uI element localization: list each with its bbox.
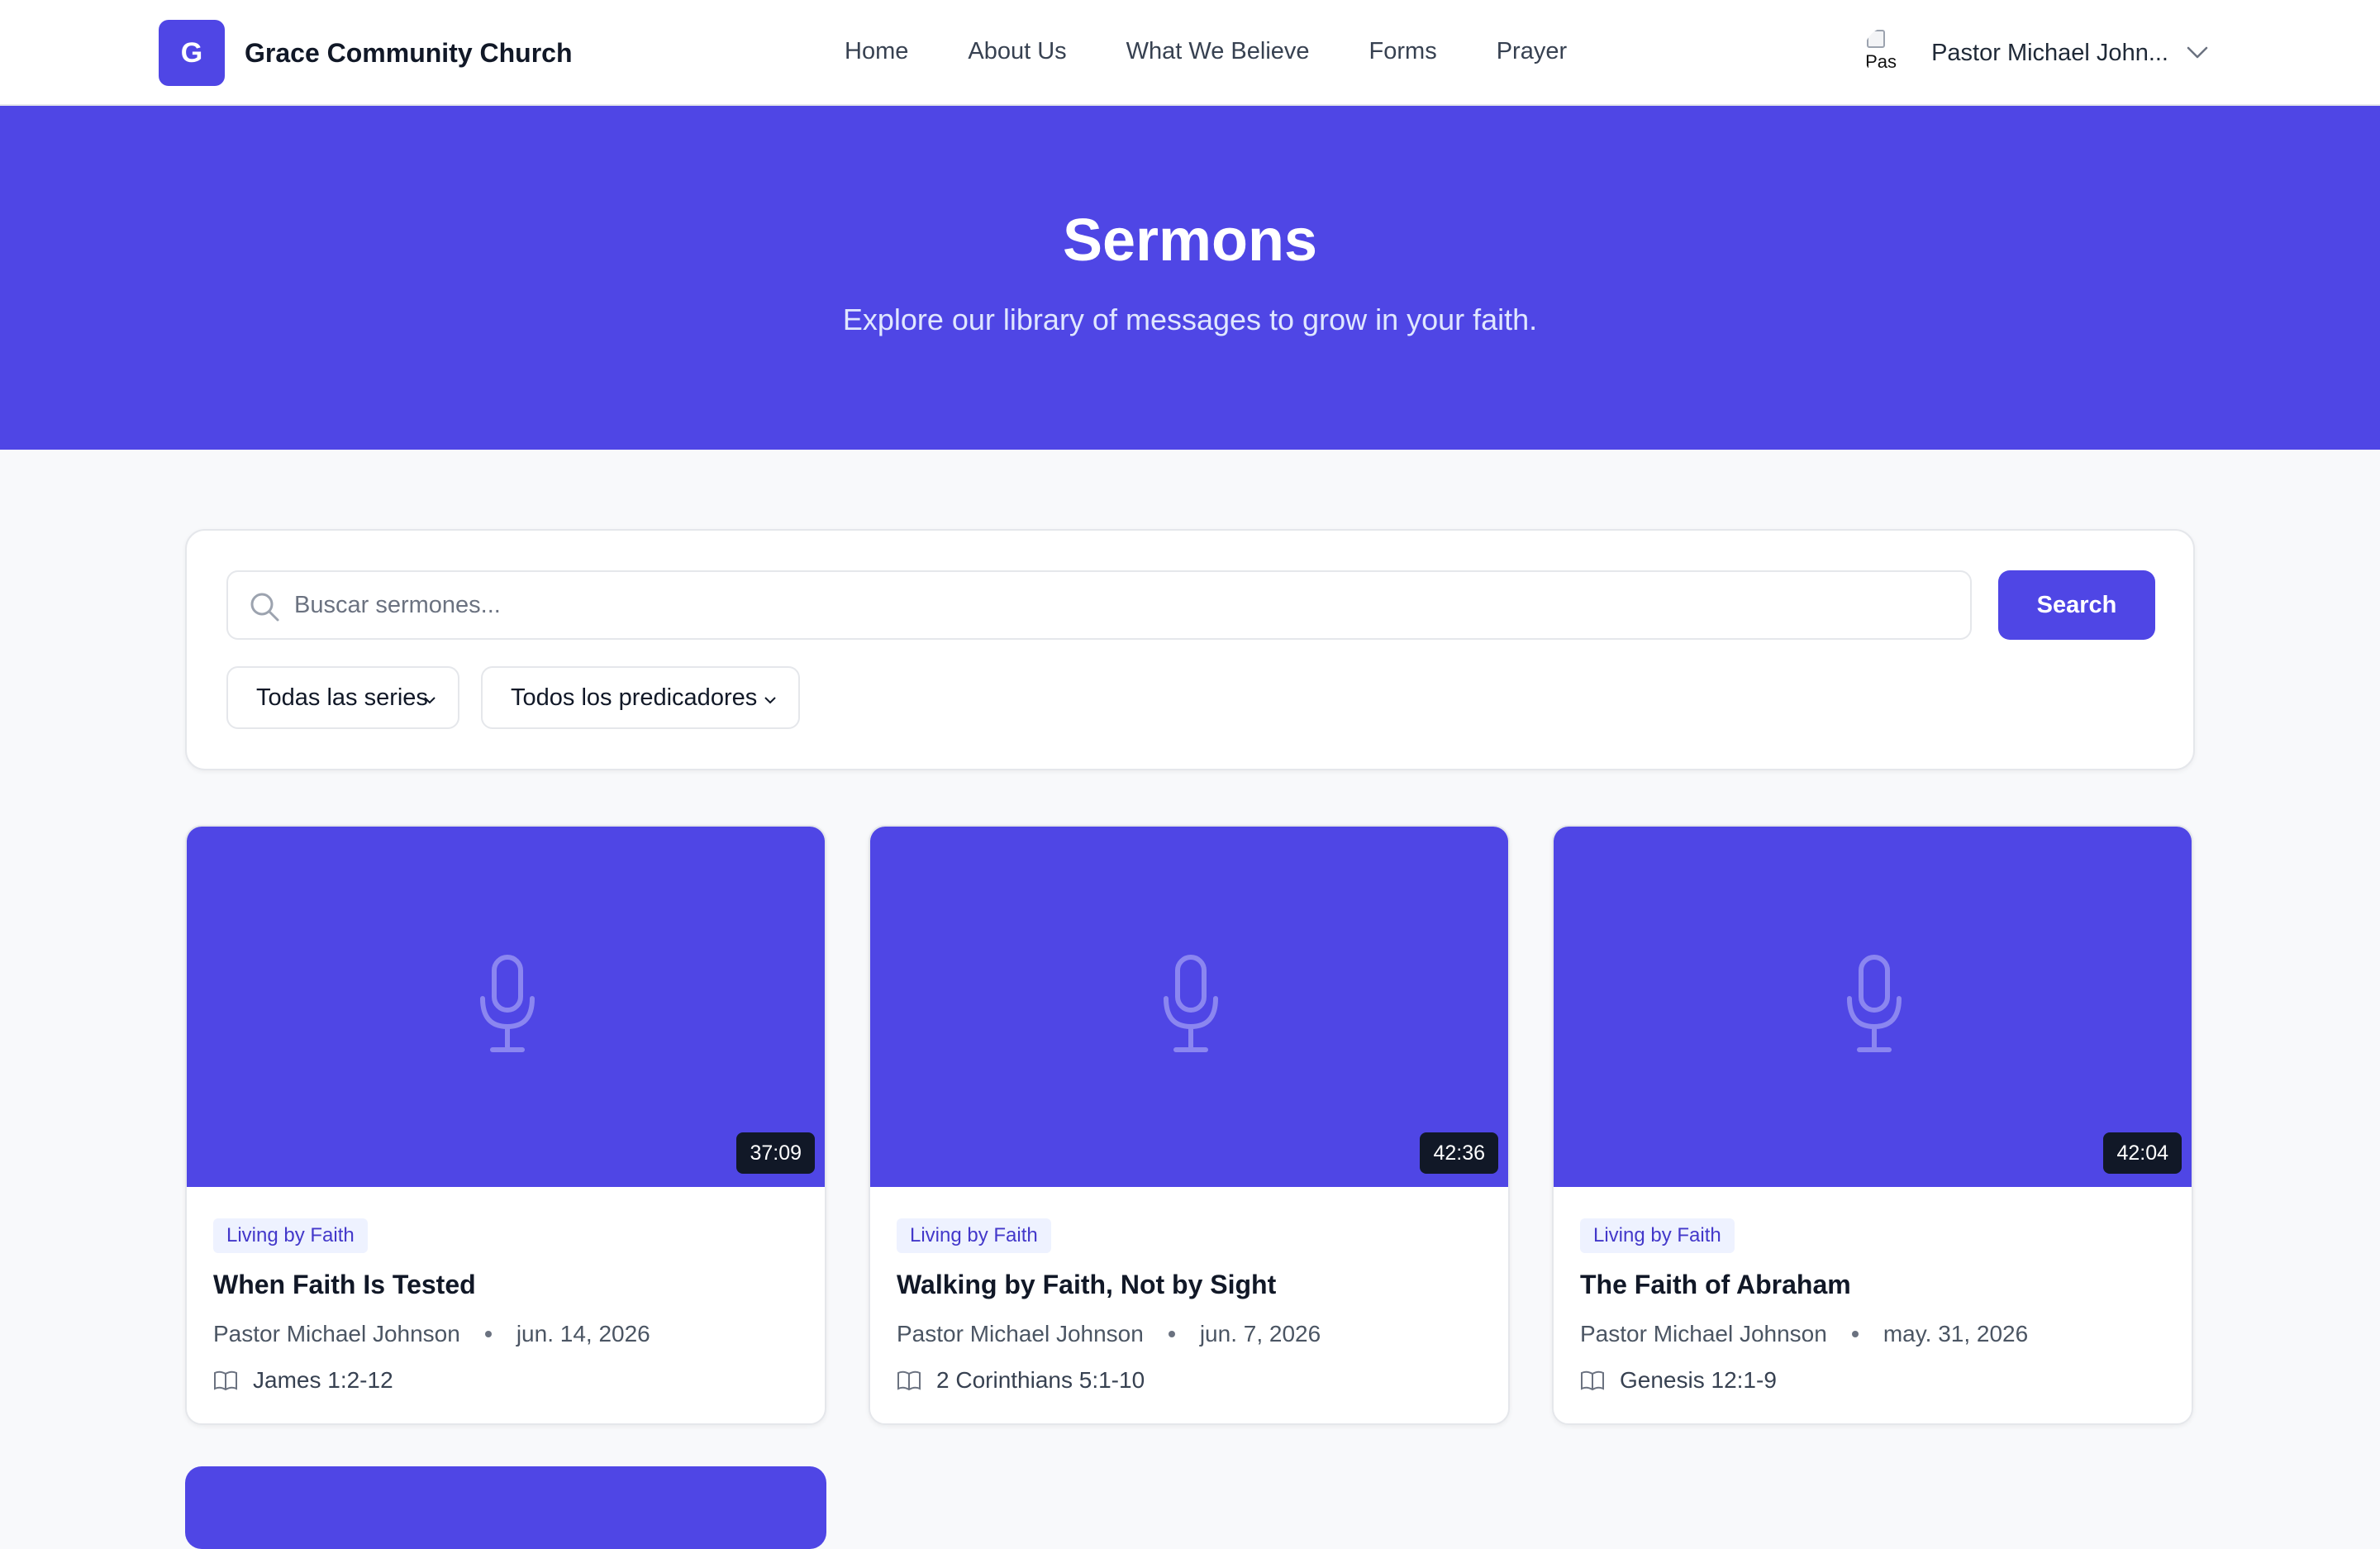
nav-prayer[interactable]: Prayer [1497, 38, 1567, 65]
book-icon [897, 1370, 921, 1391]
sermon-card[interactable]: 37:09 Living by Faith When Faith Is Test… [185, 825, 826, 1425]
sermon-title[interactable]: The Faith of Abraham [1580, 1270, 1851, 1300]
search-icon [250, 593, 279, 622]
preacher-filter-select[interactable]: Todos los predicadores [481, 666, 800, 729]
preacher-name: Pastor Michael Johnson [1580, 1321, 1827, 1346]
nav-forms[interactable]: Forms [1369, 38, 1437, 65]
duration-badge: 42:04 [2103, 1132, 2182, 1174]
sermon-meta: Pastor Michael Johnson jun. 14, 2026 [213, 1321, 650, 1347]
top-nav-bar: G Grace Community Church Home About Us W… [0, 0, 2380, 106]
sermon-card[interactable]: 42:04 Living by Faith The Faith of Abrah… [1552, 825, 2193, 1425]
scripture-reference: James 1:2-12 [213, 1367, 393, 1394]
preacher-filter-value: Todos los predicadores [511, 684, 758, 711]
sermon-thumbnail[interactable]: 42:04 [1554, 827, 2192, 1187]
broken-image-icon [1867, 30, 1886, 48]
microphone-icon [1164, 955, 1218, 1052]
separator-dot [484, 1331, 492, 1337]
search-panel: Search Todas las series Todos los predic… [185, 529, 2195, 770]
nav-home[interactable]: Home [845, 38, 908, 65]
sermon-title[interactable]: When Faith Is Tested [213, 1270, 476, 1300]
preacher-name: Pastor Michael Johnson [213, 1321, 460, 1346]
scripture-text: 2 Corinthians 5:1-10 [936, 1367, 1145, 1393]
sermon-title[interactable]: Walking by Faith, Not by Sight [897, 1270, 1276, 1300]
nav-about-us[interactable]: About Us [968, 38, 1066, 65]
search-button[interactable]: Search [1998, 570, 2155, 640]
sermon-date: may. 31, 2026 [1883, 1321, 2029, 1346]
series-filter-select[interactable]: Todas las series [226, 666, 459, 729]
user-name: Pastor Michael John... [1931, 39, 2168, 66]
scripture-reference: Genesis 12:1-9 [1580, 1367, 1777, 1394]
chevron-down-icon [424, 697, 436, 704]
avatar: Pas [1864, 26, 1916, 79]
page-title: Sermons [1062, 207, 1318, 274]
hero-banner: Sermons Explore our library of messages … [0, 106, 2380, 450]
book-icon [1581, 1370, 1604, 1391]
chevron-down-icon [764, 697, 776, 704]
avatar-alt-text: Pas [1865, 51, 1897, 72]
sermon-thumbnail[interactable]: 42:36 [870, 827, 1508, 1187]
sermon-date: jun. 14, 2026 [516, 1321, 650, 1346]
sermon-card[interactable]: 42:36 Living by Faith Walking by Faith, … [869, 825, 1510, 1425]
user-menu[interactable]: Pas Pastor Michael John... [1864, 25, 2208, 81]
microphone-icon [480, 955, 535, 1052]
series-filter-value: Todas las series [256, 684, 428, 711]
duration-badge: 37:09 [736, 1132, 815, 1174]
church-logo[interactable]: G [159, 20, 225, 86]
duration-badge: 42:36 [1420, 1132, 1498, 1174]
main-nav: Home About Us What We Believe Forms Pray… [845, 38, 1567, 65]
page-subtitle: Explore our library of messages to grow … [842, 303, 1538, 336]
separator-dot [1168, 1331, 1175, 1337]
search-field[interactable] [226, 570, 1972, 640]
scripture-text: Genesis 12:1-9 [1620, 1367, 1777, 1393]
microphone-icon [1847, 955, 1902, 1052]
separator-dot [1851, 1331, 1859, 1337]
book-icon [214, 1370, 237, 1391]
scripture-text: James 1:2-12 [253, 1367, 393, 1393]
series-tag: Living by Faith [1580, 1218, 1735, 1253]
search-input[interactable] [294, 572, 1955, 638]
sermon-card-partial[interactable] [185, 1466, 826, 1549]
sermon-thumbnail[interactable]: 37:09 [187, 827, 825, 1187]
church-name[interactable]: Grace Community Church [245, 38, 573, 69]
sermon-meta: Pastor Michael Johnson jun. 7, 2026 [897, 1321, 1321, 1347]
nav-what-we-believe[interactable]: What We Believe [1126, 38, 1310, 65]
chevron-down-icon[interactable] [2187, 46, 2208, 60]
series-tag: Living by Faith [213, 1218, 368, 1253]
preacher-name: Pastor Michael Johnson [897, 1321, 1144, 1346]
scripture-reference: 2 Corinthians 5:1-10 [897, 1367, 1145, 1394]
sermon-date: jun. 7, 2026 [1199, 1321, 1321, 1346]
series-tag: Living by Faith [897, 1218, 1051, 1253]
sermon-meta: Pastor Michael Johnson may. 31, 2026 [1580, 1321, 2028, 1347]
